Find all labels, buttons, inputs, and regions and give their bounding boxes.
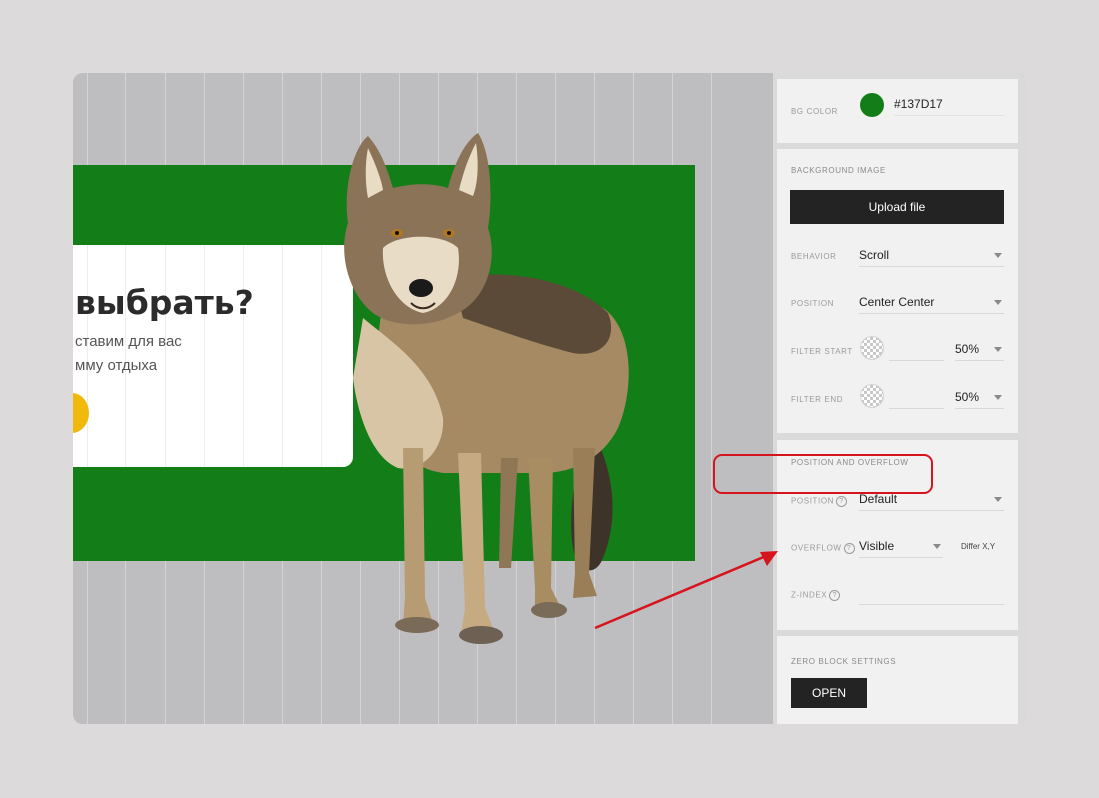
bg-color-section: BG COLOR #137D17	[777, 79, 1018, 143]
position-label: POSITION	[791, 299, 835, 308]
behavior-label: BEHAVIOR	[791, 252, 837, 261]
zero-block-title: ZERO BLOCK SETTINGS	[791, 657, 897, 666]
position-value: Center Center	[859, 295, 935, 309]
differ-xy-toggle[interactable]: Differ X,Y	[961, 542, 995, 551]
filter-start-label: FILTER START	[791, 347, 853, 356]
help-icon[interactable]: ?	[829, 590, 841, 601]
wolf-image[interactable]	[273, 128, 643, 648]
zindex-label-text: Z-INDEX	[791, 590, 828, 600]
chevron-down-icon	[994, 300, 1002, 305]
filter-start-color-input[interactable]	[889, 338, 944, 361]
bg-color-input[interactable]: #137D17	[894, 93, 1004, 116]
overflow-value: Visible	[859, 539, 895, 553]
settings-panel: BG COLOR #137D17 BACKGROUND IMAGE Upload…	[773, 73, 1026, 724]
bg-color-label: BG COLOR	[791, 107, 839, 116]
grid-guide	[204, 245, 205, 467]
chevron-down-icon	[994, 497, 1002, 502]
overflow-label-text: OVERFLOW	[791, 543, 842, 553]
overflow-highlight-box	[713, 454, 933, 494]
bg-color-swatch[interactable]	[860, 93, 884, 117]
chevron-down-icon	[933, 544, 941, 549]
help-icon[interactable]: ?	[843, 543, 855, 554]
filter-end-color-icon[interactable]	[860, 384, 884, 408]
zindex-input[interactable]	[859, 582, 1004, 605]
help-icon[interactable]: ?	[836, 496, 848, 507]
grid-guide	[87, 245, 88, 467]
grid-guide	[125, 245, 126, 467]
overflow-label: OVERFLOW?	[791, 543, 855, 554]
filter-end-opacity-select[interactable]: 50%	[955, 386, 1004, 409]
behavior-value: Scroll	[859, 248, 890, 262]
upload-file-button[interactable]: Upload file	[790, 190, 1004, 224]
po-position-label-text: POSITION	[791, 496, 835, 506]
background-image-title: BACKGROUND IMAGE	[791, 166, 886, 175]
po-position-label: POSITION?	[791, 496, 848, 507]
zero-block-section: ZERO BLOCK SETTINGS OPEN	[777, 636, 1018, 724]
bg-color-value: #137D17	[894, 97, 943, 111]
po-position-value: Default	[859, 492, 898, 506]
chevron-down-icon	[994, 253, 1002, 258]
filter-start-value: 50%	[955, 342, 980, 356]
grid-guide	[165, 245, 166, 467]
card-heading[interactable]: выбрать?	[75, 283, 254, 322]
annotation-arrow-icon	[594, 551, 778, 630]
open-button[interactable]: OPEN	[791, 678, 867, 708]
position-select[interactable]: Center Center	[859, 291, 1004, 314]
grid-guide	[243, 245, 244, 467]
filter-end-label: FILTER END	[791, 395, 844, 404]
filter-end-color-input[interactable]	[889, 386, 944, 409]
filter-start-color-icon[interactable]	[860, 336, 884, 360]
filter-start-opacity-select[interactable]: 50%	[955, 338, 1004, 361]
overflow-select[interactable]: Visible	[859, 535, 943, 558]
chevron-down-icon	[994, 347, 1002, 352]
behavior-select[interactable]: Scroll	[859, 244, 1004, 267]
background-image-section: BACKGROUND IMAGE Upload file BEHAVIOR Sc…	[777, 149, 1018, 433]
editor-window: выбрать? ставим для вас мму отдыха BG CO…	[73, 73, 1026, 724]
filter-end-value: 50%	[955, 390, 980, 404]
chevron-down-icon	[994, 395, 1002, 400]
zindex-label: Z-INDEX?	[791, 590, 841, 601]
